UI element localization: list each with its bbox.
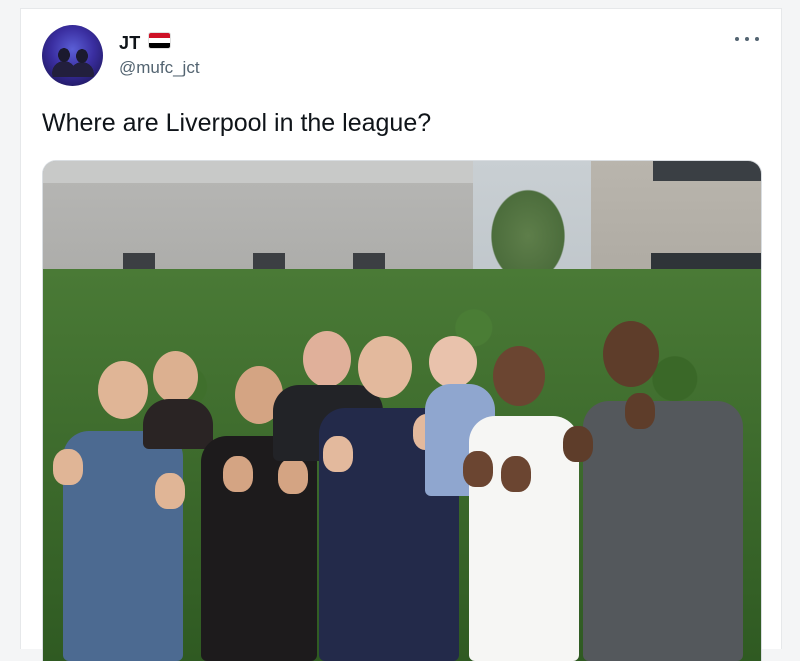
tweet-photo[interactable] [42, 160, 762, 661]
avatar[interactable] [42, 25, 103, 86]
display-name[interactable]: JT [119, 33, 140, 54]
avatar-image [50, 47, 96, 77]
user-handle[interactable]: @mufc_jct [119, 58, 200, 78]
more-dots-icon[interactable] [735, 31, 759, 47]
tweet-card[interactable]: JT @mufc_jct Where are Liverpool in the … [20, 8, 782, 661]
photo-person [563, 321, 753, 661]
egypt-flag-icon [149, 33, 170, 48]
tweet-text: Where are Liverpool in the league? [42, 109, 432, 137]
